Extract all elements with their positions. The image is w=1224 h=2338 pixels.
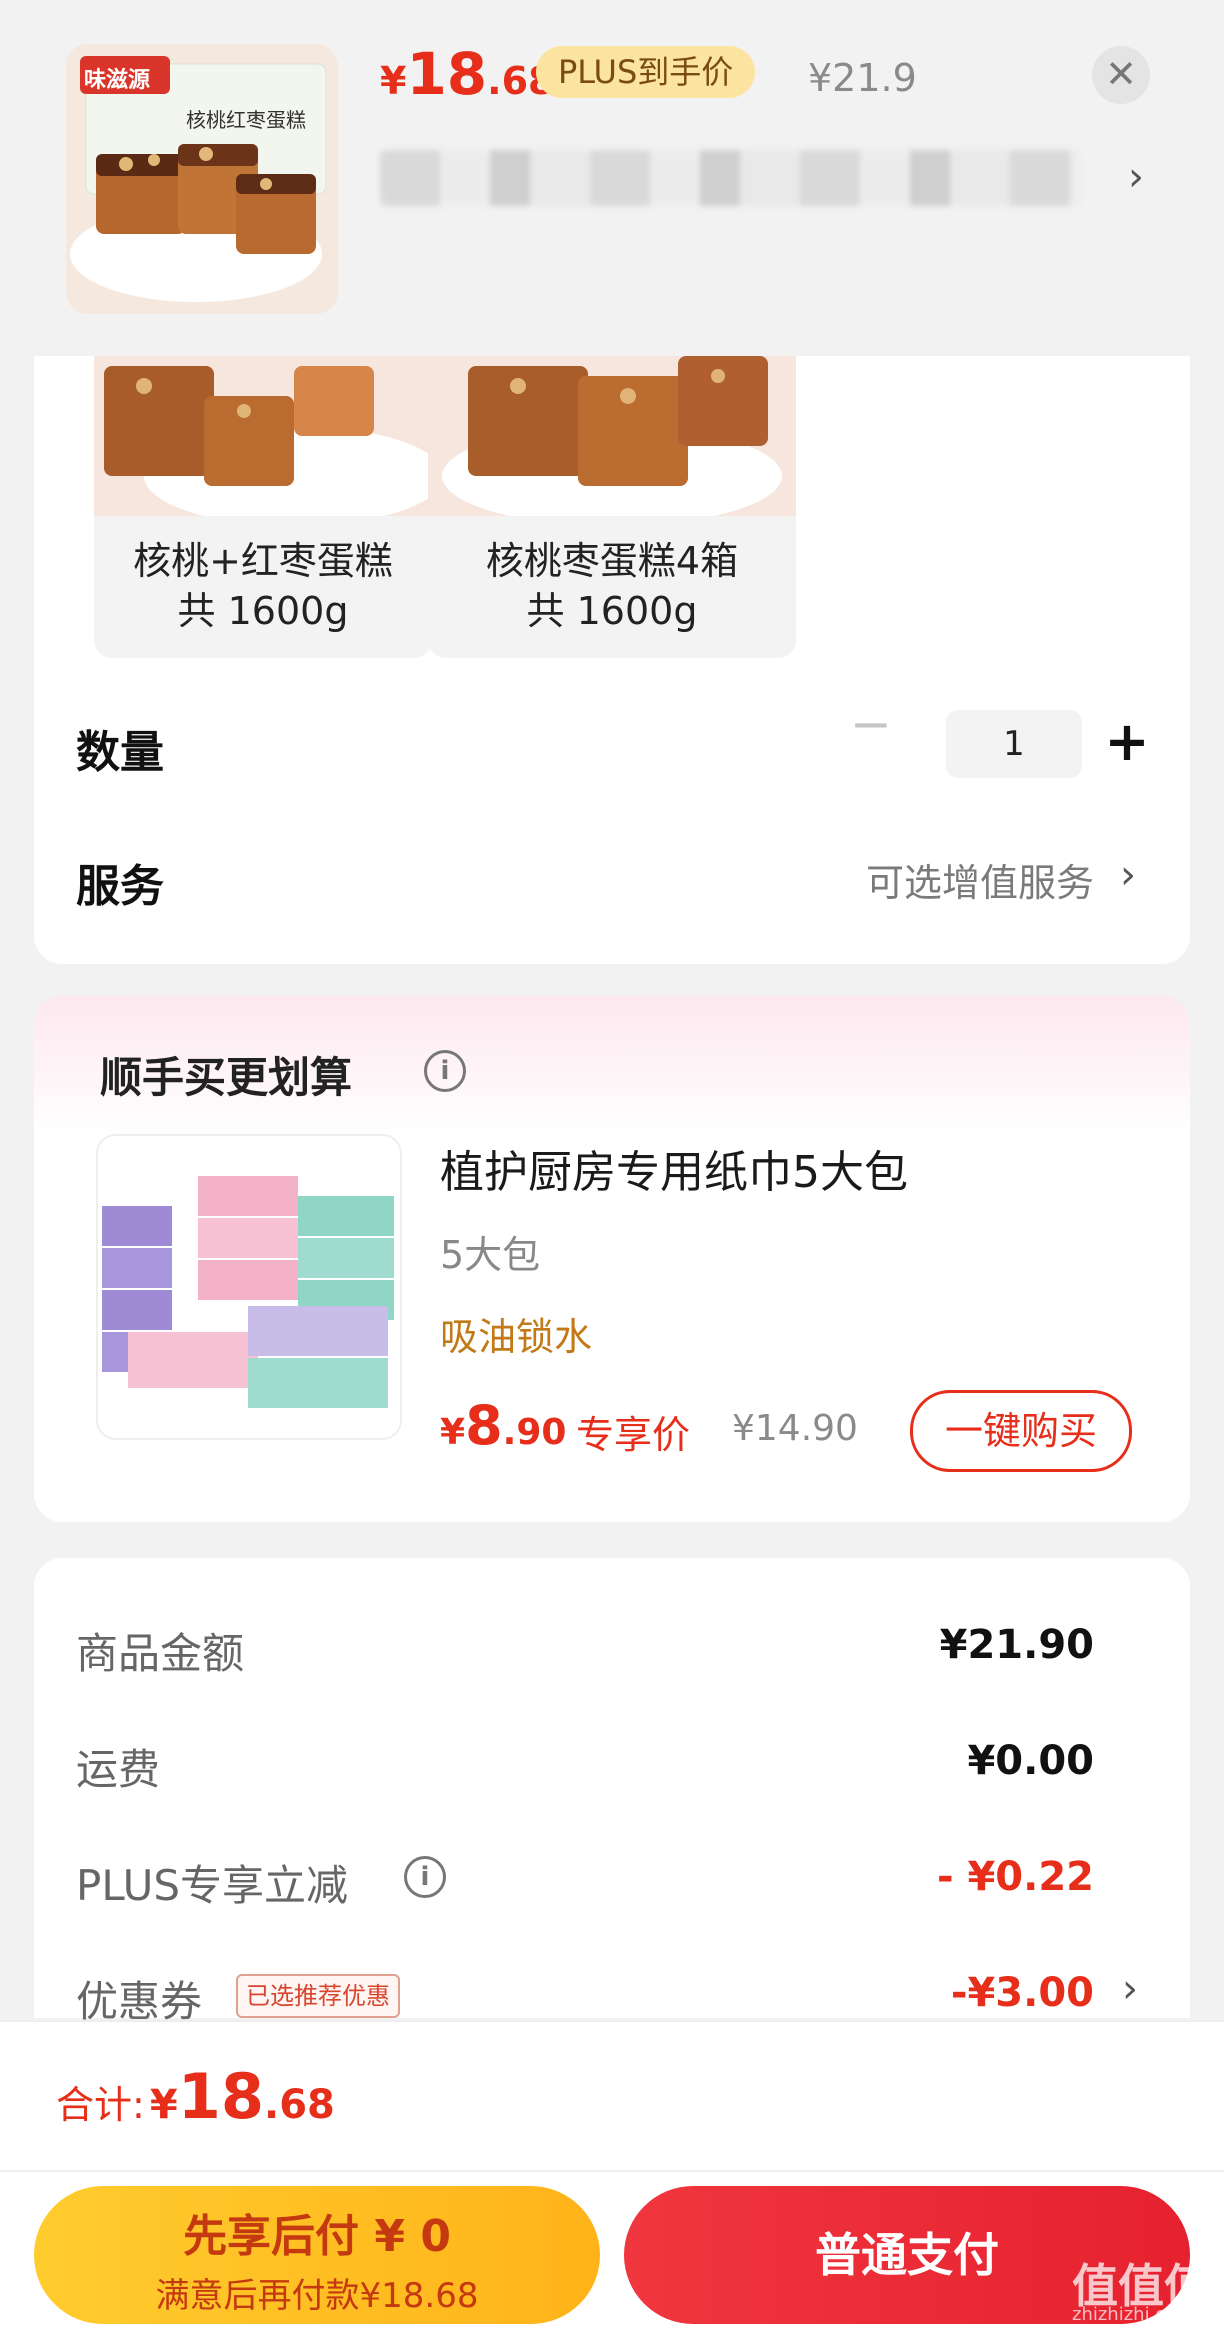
minus-icon: − — [850, 695, 892, 753]
price-integer: 8 — [465, 1394, 503, 1457]
plus-price-badge: PLUS到手价 — [536, 46, 756, 98]
original-price: ¥21.9 — [808, 56, 917, 100]
summary-value-coupon[interactable]: -¥3.00 — [951, 1970, 1094, 2016]
spec-name: 核桃+红枣蛋糕 — [133, 539, 393, 583]
price-currency: ¥ — [380, 59, 407, 103]
pay-later-subtitle: 满意后再付款¥18.68 — [155, 2276, 479, 2316]
plus-icon: + — [1104, 710, 1150, 773]
summary-value-shipping: ¥0.00 — [967, 1738, 1094, 1784]
watermark-url: zhizhizhi.com — [1072, 2304, 1194, 2325]
summary-value-plus-discount: - ¥0.22 — [936, 1854, 1094, 1900]
product-thumbnail[interactable]: 味滋源 核桃红枣蛋糕 — [66, 44, 338, 314]
quantity-label: 数量 — [76, 727, 164, 778]
spec-option[interactable]: 核桃枣蛋糕4箱 共 1600g — [428, 356, 796, 658]
price-currency: ¥ — [440, 1412, 466, 1453]
plus-price: ¥18.68 — [380, 40, 555, 108]
summary-label-goods: 商品金额 — [76, 1629, 245, 1678]
spec-option[interactable]: 核桃+红枣蛋糕 共 1600g — [94, 356, 432, 658]
pay-later-button[interactable]: 先享后付 ¥ 0 满意后再付款¥18.68 — [34, 2186, 600, 2324]
exclusive-price-label: 专享价 — [576, 1413, 691, 1457]
info-icon[interactable]: i — [424, 1050, 466, 1092]
summary-value-goods: ¥21.90 — [939, 1622, 1094, 1668]
chevron-right-icon[interactable]: › — [1122, 1966, 1138, 2012]
bundle-title: 顺手买更划算 — [100, 1053, 353, 1102]
spec-weight: 共 1600g — [526, 589, 698, 633]
brand-logo-text: 味滋源 — [84, 68, 151, 93]
close-button[interactable]: ✕ — [1092, 46, 1150, 104]
bundle-product-image[interactable] — [96, 1134, 402, 1440]
total-label: 合计: — [56, 2083, 145, 2127]
service-hint-link[interactable]: 可选增值服务 — [866, 852, 1094, 907]
package-caption: 核桃红枣蛋糕 — [186, 108, 306, 132]
bundle-product-name[interactable]: 植护厨房专用纸巾5大包 — [440, 1136, 908, 1200]
spec-weight: 共 1600g — [177, 589, 349, 633]
spec-image — [428, 356, 796, 516]
total-decimal: .68 — [264, 2082, 335, 2128]
pay-later-title: 先享后付 ¥ 0 — [183, 2211, 451, 2262]
total-amount: 合计: ¥18.68 — [56, 2060, 335, 2133]
price-integer: 18 — [406, 40, 488, 108]
price-decimal: .90 — [502, 1412, 567, 1453]
spec-name: 核桃枣蛋糕4箱 — [485, 539, 739, 583]
coupon-badge: 已选推荐优惠 — [236, 1974, 400, 2018]
spec-image — [94, 356, 432, 516]
quantity-plus-button[interactable]: + — [1104, 712, 1150, 772]
summary-label-plus-discount: PLUS专享立减 — [76, 1861, 349, 1910]
summary-label-shipping: 运费 — [76, 1745, 161, 1794]
quantity-input[interactable]: 1 — [946, 710, 1082, 778]
chevron-right-icon[interactable]: › — [1128, 154, 1144, 200]
info-icon[interactable]: i — [404, 1856, 446, 1898]
close-icon: ✕ — [1105, 52, 1137, 96]
chevron-right-icon[interactable]: › — [1120, 852, 1136, 898]
one-click-buy-button[interactable]: 一键购买 — [910, 1390, 1132, 1472]
bundle-original-price: ¥14.90 — [732, 1408, 858, 1449]
total-integer: 18 — [177, 2060, 265, 2133]
total-currency: ¥ — [149, 2082, 178, 2128]
service-label: 服务 — [76, 861, 164, 912]
bundle-product-tag: 吸油锁水 — [440, 1315, 593, 1359]
bundle-product-spec: 5大包 — [440, 1233, 541, 1277]
bundle-price: ¥8.90 — [440, 1394, 566, 1457]
quantity-minus-button[interactable]: − — [850, 699, 910, 749]
tissue-image — [98, 1136, 400, 1438]
divider — [0, 2170, 1224, 2172]
selected-spec-blurred — [380, 150, 1080, 206]
